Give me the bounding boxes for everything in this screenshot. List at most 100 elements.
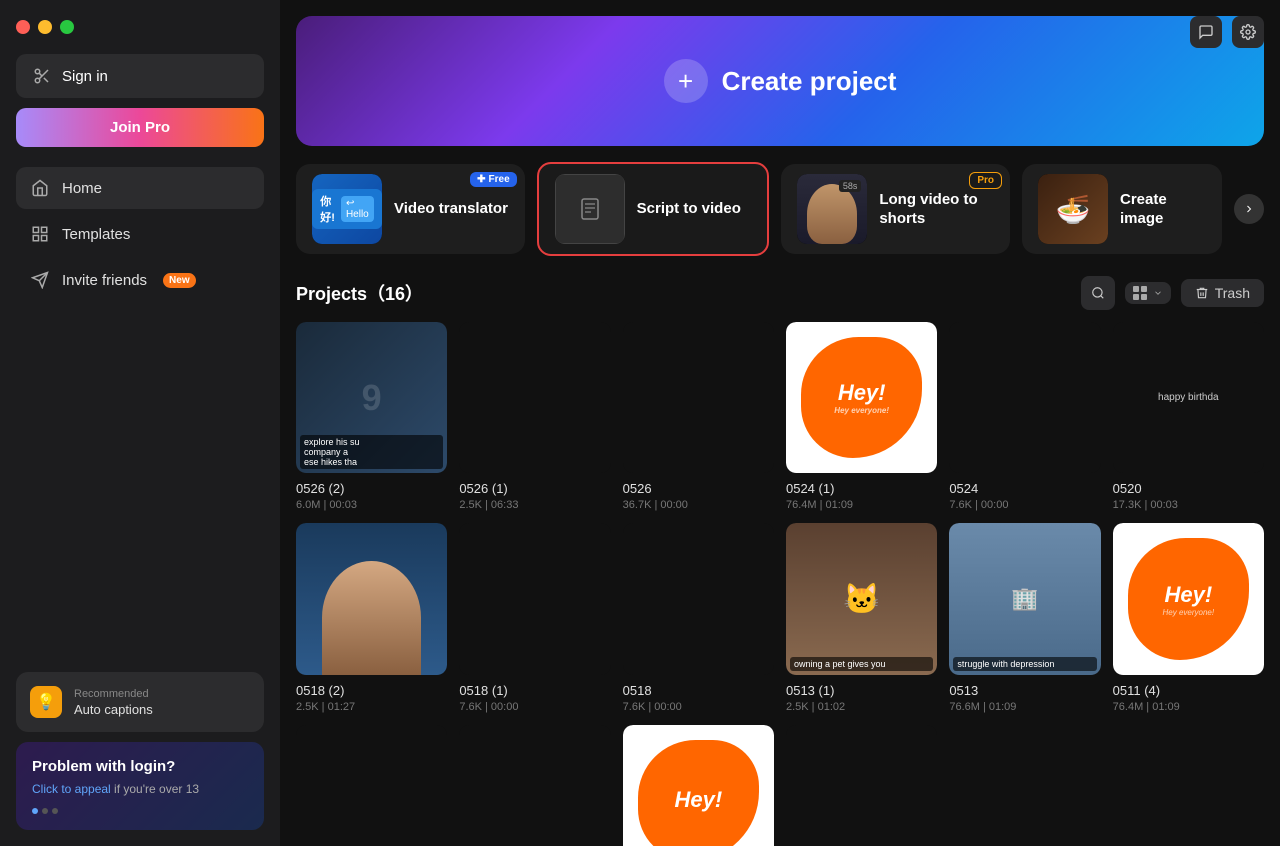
project-meta: 2.5K | 06:33 xyxy=(459,499,610,511)
project-thumb xyxy=(296,725,447,846)
project-thumb: Hey! Hey everyone! xyxy=(786,322,937,473)
sidebar-item-label: Home xyxy=(62,180,102,197)
project-item[interactable]: 0518 (2) 2.5K | 01:27 xyxy=(296,523,447,712)
minimize-button[interactable] xyxy=(38,20,52,34)
sidebar-item-label: Invite friends xyxy=(62,272,147,289)
script-thumb xyxy=(555,174,625,244)
project-item[interactable]: Hey! 0509 xyxy=(623,725,774,846)
lightbulb-icon: 💡 xyxy=(30,686,62,718)
project-item[interactable]: 0526 (1) 2.5K | 06:33 xyxy=(459,322,610,511)
view-toggle-button[interactable] xyxy=(1125,282,1171,304)
project-name: 0513 xyxy=(949,683,1100,698)
free-badge: ✚ Free xyxy=(470,172,517,187)
new-badge: New xyxy=(163,273,196,288)
settings-icon-button[interactable] xyxy=(1232,16,1264,48)
project-item[interactable]: 0526 36.7K | 00:00 xyxy=(623,322,774,511)
project-meta: 6.0M | 00:03 xyxy=(296,499,447,511)
dot-3 xyxy=(52,808,58,814)
tool-create-image[interactable]: 🍜 Create image xyxy=(1022,164,1222,254)
create-project-button[interactable]: + Create project xyxy=(664,59,897,103)
sign-in-button[interactable]: Sign in xyxy=(16,54,264,98)
project-thumb: happy birthda xyxy=(1113,322,1264,473)
project-thumb xyxy=(459,523,610,674)
project-item[interactable]: 0518 7.6K | 00:00 xyxy=(623,523,774,712)
project-meta: 7.6K | 00:00 xyxy=(623,701,774,713)
projects-title: Projects（16） xyxy=(296,280,423,306)
project-item[interactable]: 🏢 struggle with depression 0513 76.6M | … xyxy=(949,523,1100,712)
project-thumb xyxy=(786,725,937,846)
dot-1 xyxy=(32,808,38,814)
project-meta: 76.4M | 01:09 xyxy=(1113,701,1264,713)
project-item[interactable]: 0510 xyxy=(459,725,610,846)
overlay-text: owning a pet gives you xyxy=(790,657,933,671)
sidebar-item-invite[interactable]: Invite friends New xyxy=(16,259,264,301)
overlay-text: explore his sucompany aese hikes tha xyxy=(300,435,443,469)
project-name: 0524 xyxy=(949,481,1100,496)
project-thumb: 🏢 struggle with depression xyxy=(949,523,1100,674)
problem-card-dots xyxy=(32,808,248,814)
traffic-lights xyxy=(16,16,264,34)
close-button[interactable] xyxy=(16,20,30,34)
project-name: 0513 (1) xyxy=(786,683,937,698)
project-name: 0524 (1) xyxy=(786,481,937,496)
join-pro-button[interactable]: Join Pro xyxy=(16,108,264,147)
projects-header: Projects（16） xyxy=(280,256,1280,322)
tools-row: 你好! ↩ Hello Video translator ✚ Free xyxy=(280,146,1280,256)
tool-video-translator[interactable]: 你好! ↩ Hello Video translator ✚ Free xyxy=(296,164,525,254)
appeal-link[interactable]: Click to appeal xyxy=(32,782,111,796)
project-thumb xyxy=(296,523,447,674)
project-item[interactable]: Hey! Hey everyone! 0524 (1) 76.4M | 01:0… xyxy=(786,322,937,511)
project-thumb xyxy=(623,523,774,674)
sidebar-item-home[interactable]: Home xyxy=(16,167,264,209)
sidebar: Sign in Join Pro Home Templates xyxy=(0,0,280,846)
tool-script-to-video[interactable]: Script to video xyxy=(537,162,770,256)
sidebar-item-templates[interactable]: Templates xyxy=(16,213,264,255)
project-name: 0511 (4) xyxy=(1113,683,1264,698)
tool-thumb-image: 🍜 xyxy=(1038,174,1108,244)
recommended-card[interactable]: 💡 Recommended Auto captions xyxy=(16,672,264,732)
project-item[interactable]: 0508 xyxy=(786,725,937,846)
project-name: 0526 (1) xyxy=(459,481,610,496)
project-name: 0526 xyxy=(623,481,774,496)
recommended-text: Recommended Auto captions xyxy=(74,688,153,717)
project-thumb xyxy=(459,725,610,846)
scissors-icon xyxy=(32,66,52,86)
problem-card-text: Click to appeal if you're over 13 xyxy=(32,781,248,798)
project-meta: 2.5K | 01:27 xyxy=(296,701,447,713)
tool-info-vt: Video translator xyxy=(394,199,509,219)
home-icon xyxy=(30,178,50,198)
project-item[interactable]: 0511 xyxy=(296,725,447,846)
project-meta: 76.4M | 01:09 xyxy=(786,499,937,511)
plus-icon: + xyxy=(664,59,708,103)
project-item[interactable]: 0518 (1) 7.6K | 00:00 xyxy=(459,523,610,712)
project-name: 0526 (2) xyxy=(296,481,447,496)
project-item[interactable]: 🐱 owning a pet gives you 0513 (1) 2.5K |… xyxy=(786,523,937,712)
nav-section: Home Templates Invite friends New xyxy=(16,167,264,301)
pro-badge: Pro xyxy=(969,172,1002,189)
project-item[interactable]: 9 explore his sucompany aese hikes tha 0… xyxy=(296,322,447,511)
trash-label: Trash xyxy=(1215,285,1250,301)
project-meta: 7.6K | 00:00 xyxy=(459,701,610,713)
problem-card[interactable]: Problem with login? Click to appeal if y… xyxy=(16,742,264,830)
search-button[interactable] xyxy=(1081,276,1115,310)
project-item[interactable]: Hey! Hey everyone! 0511 (4) 76.4M | 01:0… xyxy=(1113,523,1264,712)
main-content: + Create project 你好! ↩ Hello Video trans… xyxy=(280,0,1280,846)
project-name: 0518 (1) xyxy=(459,683,610,698)
maximize-button[interactable] xyxy=(60,20,74,34)
trash-button[interactable]: Trash xyxy=(1181,279,1264,307)
project-thumb: 🐱 owning a pet gives you xyxy=(786,523,937,674)
sign-in-label: Sign in xyxy=(62,68,108,85)
tools-next-button[interactable] xyxy=(1234,194,1264,224)
tool-long-to-shorts[interactable]: 58s Long video to shorts Pro xyxy=(781,164,1010,254)
project-item[interactable]: happy birthda 0520 17.3K | 00:03 xyxy=(1113,322,1264,511)
project-item[interactable]: 0524 7.6K | 00:00 xyxy=(949,322,1100,511)
chat-icon-button[interactable] xyxy=(1190,16,1222,48)
sidebar-item-label: Templates xyxy=(62,226,130,243)
tool-info-image: Create image xyxy=(1120,190,1206,229)
project-thumb: Hey! Hey everyone! xyxy=(1113,523,1264,674)
create-project-banner[interactable]: + Create project xyxy=(296,16,1264,146)
project-meta: 17.3K | 00:03 xyxy=(1113,499,1264,511)
project-name: 0518 (2) xyxy=(296,683,447,698)
projects-actions: Trash xyxy=(1081,276,1264,310)
tool-info-script: Script to video xyxy=(637,199,752,219)
